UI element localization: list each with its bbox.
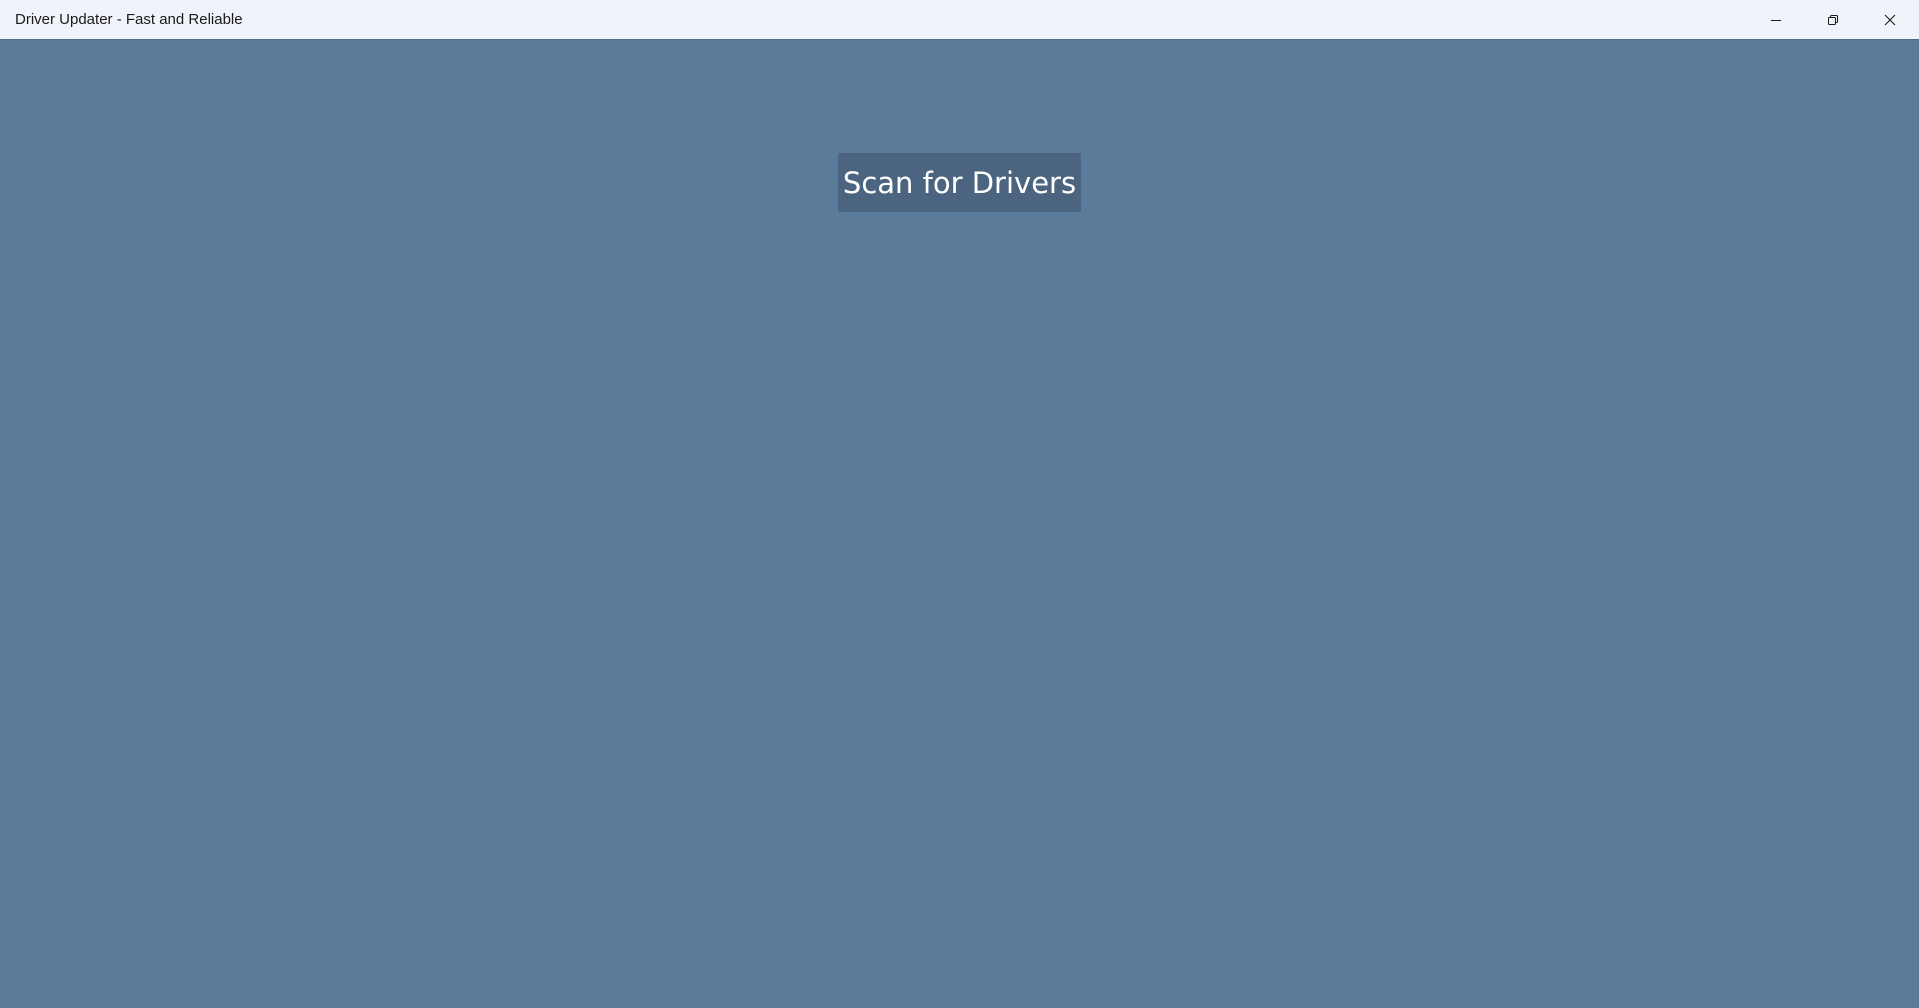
minimize-button[interactable] bbox=[1748, 0, 1804, 40]
minimize-icon bbox=[1770, 14, 1782, 26]
main-content: Scan for Drivers bbox=[0, 40, 1919, 1008]
close-icon bbox=[1884, 14, 1896, 26]
restore-icon bbox=[1827, 14, 1839, 26]
title-bar[interactable]: Driver Updater - Fast and Reliable bbox=[0, 0, 1919, 40]
scan-for-drivers-button[interactable]: Scan for Drivers bbox=[838, 153, 1081, 212]
window-title: Driver Updater - Fast and Reliable bbox=[15, 11, 243, 28]
close-button[interactable] bbox=[1862, 0, 1918, 40]
app-window: Driver Updater - Fast and Reliable Scan … bbox=[0, 0, 1919, 1008]
restore-button[interactable] bbox=[1805, 0, 1861, 40]
